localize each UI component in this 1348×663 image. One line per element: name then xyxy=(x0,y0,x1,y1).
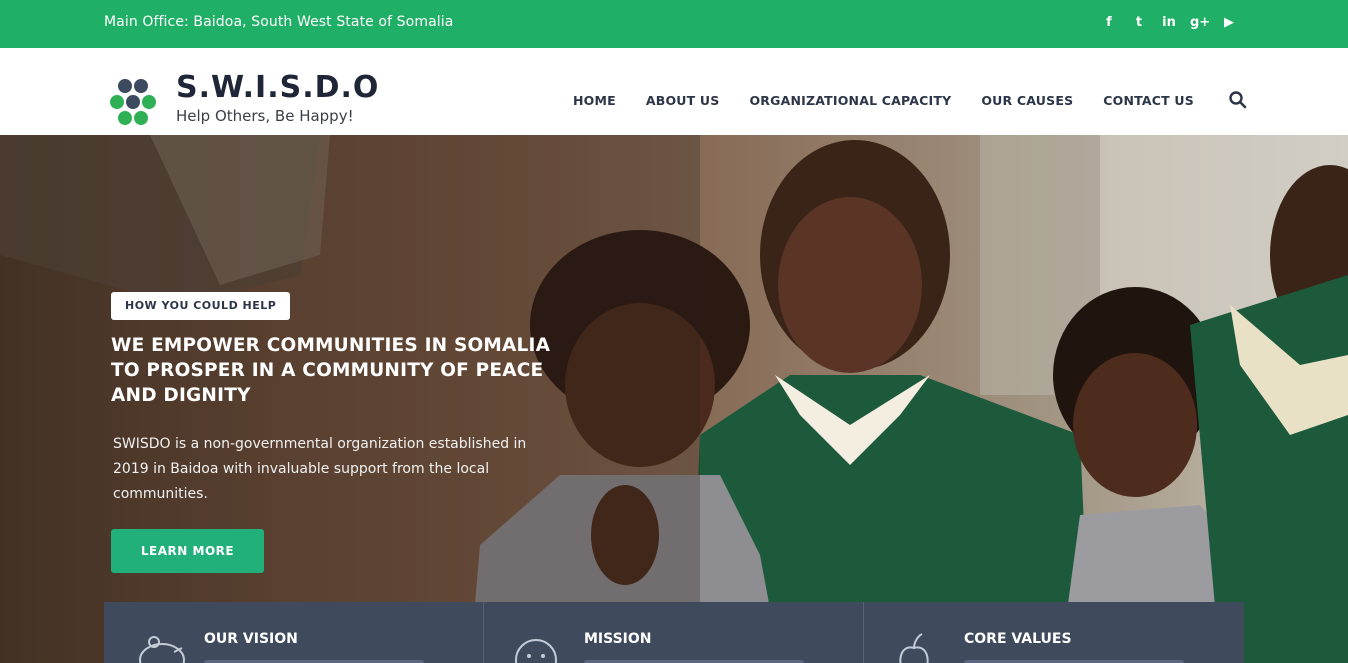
hero-description: SWISDO is a non-governmental organizatio… xyxy=(113,436,527,502)
logo-icon[interactable] xyxy=(108,78,164,128)
search-icon[interactable] xyxy=(1228,90,1248,110)
card-mission[interactable]: MISSION xyxy=(484,602,864,663)
learn-more-button[interactable]: LEARN MORE xyxy=(111,529,264,573)
nav-our-causes[interactable]: OUR CAUSES xyxy=(981,93,1073,108)
hero-banner: HOW YOU COULD HELP WE EMPOWER COMMUNITIE… xyxy=(0,135,1348,663)
hero-title: WE EMPOWER COMMUNITIES IN SOMALIA TO PRO… xyxy=(111,335,551,406)
apple-icon xyxy=(899,633,929,663)
feature-cards: OUR VISION MISSION CORE VALUES xyxy=(104,602,1244,663)
card-our-vision[interactable]: OUR VISION xyxy=(104,602,484,663)
office-address: Main Office: Baidoa, South West State of… xyxy=(104,14,454,30)
piggy-bank-icon xyxy=(139,636,185,663)
card-title: CORE VALUES xyxy=(964,631,1072,647)
how-you-could-help-badge: HOW YOU COULD HELP xyxy=(111,292,291,320)
social-links: f t in g+ ▶ xyxy=(1100,13,1238,33)
linkedin-icon[interactable]: in xyxy=(1160,13,1178,33)
nav-home[interactable]: HOME xyxy=(573,93,616,108)
twitter-icon[interactable]: t xyxy=(1130,13,1148,33)
smiley-icon xyxy=(515,639,557,663)
site-header: S.W.I.S.D.O Help Others, Be Happy! HOME … xyxy=(0,48,1348,135)
brand-name[interactable]: S.W.I.S.D.O xyxy=(176,70,379,105)
brand-tagline: Help Others, Be Happy! xyxy=(176,107,354,125)
google-plus-icon[interactable]: g+ xyxy=(1190,13,1210,33)
card-title: MISSION xyxy=(584,631,652,647)
card-title: OUR VISION xyxy=(204,631,298,647)
facebook-icon[interactable]: f xyxy=(1100,13,1118,33)
main-nav: HOME ABOUT US ORGANIZATIONAL CAPACITY OU… xyxy=(573,93,1224,108)
nav-about-us[interactable]: ABOUT US xyxy=(646,93,720,108)
nav-contact-us[interactable]: CONTACT US xyxy=(1103,93,1194,108)
card-core-values[interactable]: CORE VALUES xyxy=(864,602,1244,663)
youtube-icon[interactable]: ▶ xyxy=(1220,13,1238,33)
top-bar: Main Office: Baidoa, South West State of… xyxy=(0,0,1348,48)
nav-organizational-capacity[interactable]: ORGANIZATIONAL CAPACITY xyxy=(749,93,951,108)
